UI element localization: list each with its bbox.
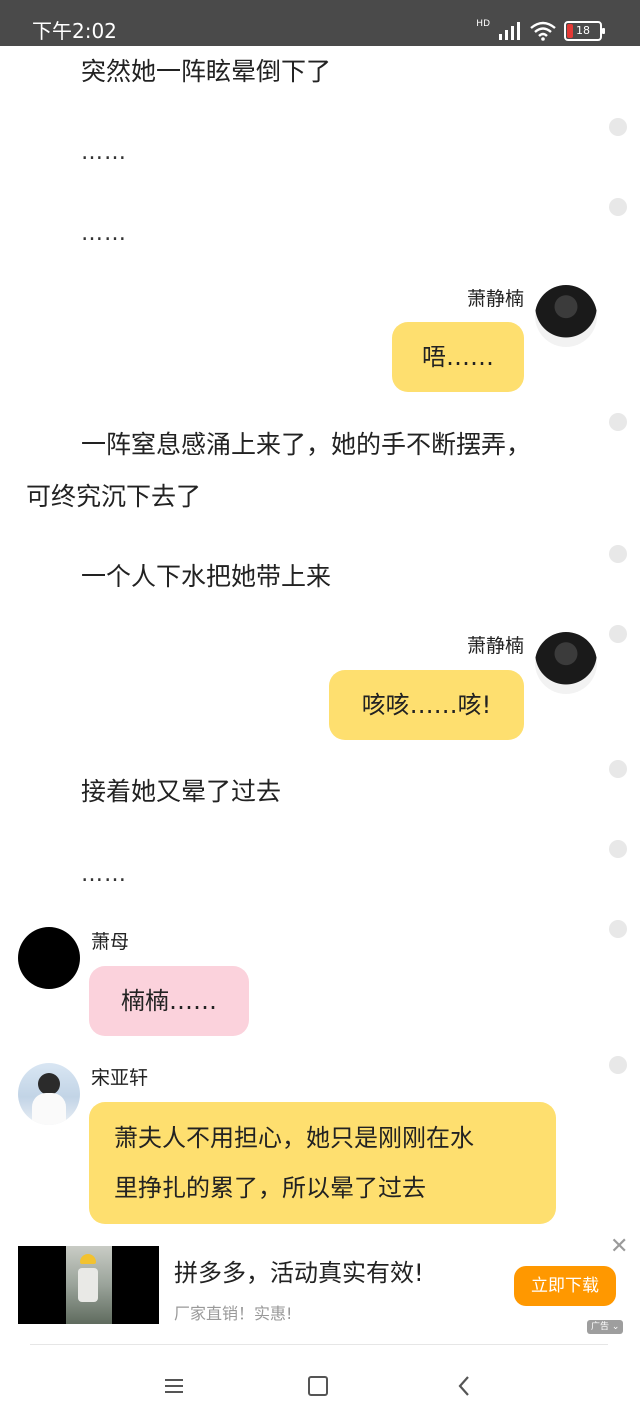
wifi-icon <box>530 21 556 41</box>
avatar[interactable] <box>535 632 597 694</box>
reaction-dot[interactable] <box>609 413 627 431</box>
avatar[interactable] <box>18 927 80 989</box>
message-text: 唔…… <box>422 343 494 371</box>
speaker-name: 萧静楠 <box>466 635 524 657</box>
close-icon[interactable]: ✕ <box>610 1236 628 1258</box>
message-text: 咳咳……咳! <box>361 691 492 719</box>
narration-line: 一阵窒息感涌上来了，她的手不断摆弄， <box>81 430 532 459</box>
avatar[interactable] <box>18 1063 80 1125</box>
home-icon[interactable] <box>302 1370 334 1402</box>
menu-icon[interactable] <box>158 1370 190 1402</box>
reaction-dot[interactable] <box>609 198 627 216</box>
reaction-dot[interactable] <box>609 118 627 136</box>
message-text: 萧夫人不用担心，她只是刚刚在水 <box>114 1124 474 1152</box>
ad-tag: 广告 ⌄ <box>587 1320 624 1334</box>
signal-icon <box>499 22 520 40</box>
hd-label: HD <box>476 19 490 29</box>
ad-tag-label: 广告 <box>591 1322 610 1332</box>
back-icon[interactable] <box>448 1370 480 1402</box>
ad-thumbnail[interactable] <box>18 1246 159 1324</box>
narration-line: 接着她又晕了过去 <box>81 777 282 806</box>
narration-line: 一个人下水把她带上来 <box>81 562 332 591</box>
system-nav-bar <box>0 1350 640 1422</box>
narration-ellipsis: …… <box>81 140 127 165</box>
speaker-name: 萧母 <box>91 931 130 953</box>
battery-icon: 18 <box>564 21 605 41</box>
message-bubble: 楠楠…… <box>89 966 249 1036</box>
status-bar: 下午2:02 HD 18 <box>0 0 640 46</box>
message-bubble: 咳咳……咳! <box>329 670 524 740</box>
avatar[interactable] <box>535 285 597 347</box>
message-bubble: 萧夫人不用担心，她只是刚刚在水 里挣扎的累了，所以晕了过去 <box>89 1102 556 1224</box>
speaker-name: 宋亚轩 <box>91 1067 149 1089</box>
reaction-dot[interactable] <box>609 1056 627 1074</box>
message-text-continued: 里挣扎的累了，所以晕了过去 <box>114 1174 426 1202</box>
reaction-dot[interactable] <box>609 840 627 858</box>
ad-thumbnail-image <box>66 1246 112 1324</box>
reaction-dot[interactable] <box>609 625 627 643</box>
narration-line-continued: 可终究沉下去了 <box>26 482 202 511</box>
download-button[interactable]: 立即下载 <box>514 1266 616 1306</box>
status-icons: HD 18 <box>476 18 605 44</box>
narration-line: 突然她一阵眩晕倒下了 <box>81 57 332 86</box>
divider <box>30 1344 608 1345</box>
battery-level: 18 <box>576 24 590 37</box>
battery-level-fill <box>567 24 573 38</box>
message-bubble: 唔…… <box>392 322 524 392</box>
narration-ellipsis: …… <box>81 862 127 887</box>
ad-title[interactable]: 拼多多，活动真实有效! <box>174 1253 424 1288</box>
ad-subtitle: 厂家直销！实惠! <box>174 1304 293 1323</box>
ad-banner[interactable]: 拼多多，活动真实有效! 厂家直销！实惠! 立即下载 ✕ 广告 ⌄ <box>0 1236 640 1344</box>
status-time: 下午2:02 <box>32 19 117 43</box>
reaction-dot[interactable] <box>609 760 627 778</box>
speaker-name: 萧静楠 <box>466 288 524 310</box>
reaction-dot[interactable] <box>609 545 627 563</box>
narration-ellipsis: …… <box>81 221 127 246</box>
reaction-dot[interactable] <box>609 920 627 938</box>
message-text: 楠楠…… <box>121 987 217 1015</box>
